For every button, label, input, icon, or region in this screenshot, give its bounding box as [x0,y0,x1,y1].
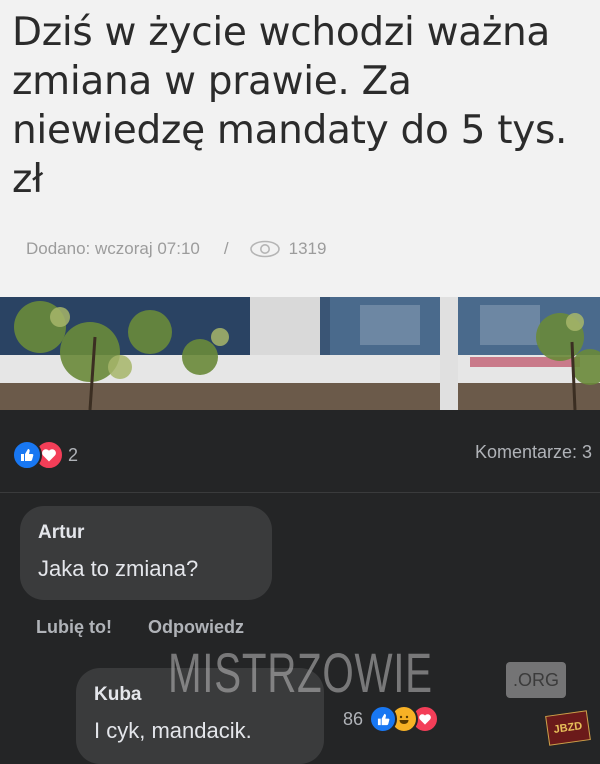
eye-icon [249,240,281,258]
reaction-count: 2 [68,444,79,465]
comment-actions: Lubię to! Odpowiedz [36,617,244,638]
like-comment-button[interactable]: Lubię to! [36,617,112,638]
comment-text: Jaka to zmiana? [38,556,199,581]
reply-button[interactable]: Odpowiedz [148,617,244,638]
comment-author[interactable]: Kuba [94,684,142,706]
like-icon [12,440,42,470]
comment-reaction-count: 86 [343,708,364,729]
meta-separator: / [223,239,229,258]
watermark-org-badge: .ORG [506,662,566,698]
comment-reaction-summary[interactable]: 86 [343,705,440,733]
article-meta: Dodano: wczoraj 07:10 / 1319 [26,238,326,260]
like-icon [369,705,398,733]
comment-text: I cyk, mandacik. [94,718,252,743]
view-count: 1319 [288,239,327,258]
added-date: Dodano: wczoraj 07:10 [26,239,200,258]
article-photo[interactable] [0,297,600,410]
comments-count[interactable]: Komentarze: 3 [475,442,592,463]
post-reactions-bar: 2 Komentarze: 3 [0,410,600,493]
comment-author[interactable]: Artur [38,522,84,544]
jbzd-logo: JBZD [545,710,591,746]
reaction-summary[interactable]: 2 [12,440,78,470]
watermark-text: MISTRZOWIE [168,641,433,704]
article-headline[interactable]: Dziś w życie wchodzi ważna zmiana w praw… [12,8,592,204]
article-header: Dziś w życie wchodzi ważna zmiana w praw… [0,0,600,297]
comment-bubble: Artur Jaka to zmiana? [20,506,272,600]
